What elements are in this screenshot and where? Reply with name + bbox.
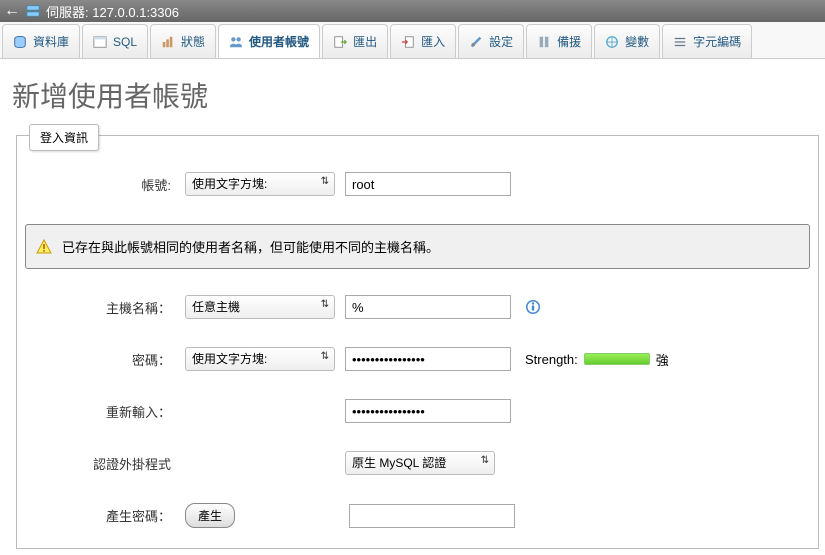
warning-icon <box>36 239 52 255</box>
gen-label: 產生密碼： <box>25 506 185 525</box>
tab-users[interactable]: 使用者帳號 <box>218 24 320 58</box>
tab-variables[interactable]: 變數 <box>594 24 660 58</box>
generated-password-input[interactable] <box>349 504 515 528</box>
strength-bar <box>584 353 650 365</box>
retype-input[interactable] <box>345 399 511 423</box>
page-title: 新增使用者帳號 <box>12 75 825 115</box>
auth-select[interactable]: 原生 MySQL 認證 <box>345 451 495 475</box>
strength-indicator: Strength: 強 <box>525 350 669 369</box>
users-icon <box>229 35 243 49</box>
settings-icon <box>469 35 483 49</box>
retype-row: 重新輸入： <box>25 399 810 423</box>
info-icon[interactable] <box>525 299 541 315</box>
topbar: ← 伺服器: 127.0.0.1:3306 <box>0 0 825 22</box>
tab-replication[interactable]: 備援 <box>526 24 592 58</box>
back-arrow-icon[interactable]: ← <box>4 2 20 20</box>
strength-label: Strength: <box>525 352 578 367</box>
warning-text: 已存在與此帳號相同的使用者名稱，但可能使用不同的主機名稱。 <box>62 237 439 256</box>
auth-label: 認證外掛程式 <box>25 454 185 473</box>
tab-database[interactable]: 資料庫 <box>2 24 80 58</box>
strength-text: 強 <box>656 350 669 369</box>
tab-settings[interactable]: 設定 <box>458 24 524 58</box>
generate-button[interactable]: 產生 <box>185 503 235 528</box>
tab-sql[interactable]: SQL <box>82 24 148 58</box>
tab-label: 使用者帳號 <box>249 33 309 50</box>
password-label: 密碼： <box>25 350 185 369</box>
password-row: 密碼： 使用文字方塊: Strength: 強 <box>25 347 810 371</box>
tab-label: 狀態 <box>181 33 205 50</box>
tab-charset[interactable]: 字元編碼 <box>662 24 752 58</box>
sql-icon <box>93 35 107 49</box>
variables-icon <box>605 35 619 49</box>
username-label: 帳號: <box>25 175 185 194</box>
tab-label: 設定 <box>489 33 513 50</box>
tab-label: SQL <box>113 35 137 49</box>
import-icon <box>401 35 415 49</box>
password-input[interactable] <box>345 347 511 371</box>
tab-label: 字元編碼 <box>693 33 741 50</box>
host-mode-select[interactable]: 任意主機 <box>185 295 335 319</box>
server-icon <box>26 4 40 18</box>
auth-row: 認證外掛程式 原生 MySQL 認證 <box>25 451 810 475</box>
database-icon <box>13 35 27 49</box>
server-label: 伺服器: 127.0.0.1:3306 <box>46 2 179 21</box>
username-mode-select[interactable]: 使用文字方塊: <box>185 172 335 196</box>
login-fieldset: 登入資訊 帳號: 使用文字方塊: 已存在與此帳號相同的使用者名稱，但可能使用不同… <box>16 135 819 549</box>
charset-icon <box>673 35 687 49</box>
gen-row: 產生密碼： 產生 <box>25 503 810 528</box>
status-icon <box>161 35 175 49</box>
tab-export[interactable]: 匯出 <box>322 24 388 58</box>
host-input[interactable] <box>345 295 511 319</box>
tab-import[interactable]: 匯入 <box>390 24 456 58</box>
tab-label: 變數 <box>625 33 649 50</box>
warning-box: 已存在與此帳號相同的使用者名稱，但可能使用不同的主機名稱。 <box>25 224 810 269</box>
password-mode-select[interactable]: 使用文字方塊: <box>185 347 335 371</box>
tab-label: 匯出 <box>353 33 377 50</box>
username-row: 帳號: 使用文字方塊: <box>25 172 810 196</box>
tab-status[interactable]: 狀態 <box>150 24 216 58</box>
tabs-bar: 資料庫 SQL 狀態 使用者帳號 匯出 匯入 設定 備援 變數 字元編碼 <box>0 22 825 59</box>
export-icon <box>333 35 347 49</box>
retype-label: 重新輸入： <box>25 402 185 421</box>
tab-label: 備援 <box>557 33 581 50</box>
replication-icon <box>537 35 551 49</box>
host-label: 主機名稱： <box>25 298 185 317</box>
fieldset-legend: 登入資訊 <box>29 124 99 151</box>
username-input[interactable] <box>345 172 511 196</box>
tab-label: 匯入 <box>421 33 445 50</box>
host-row: 主機名稱： 任意主機 <box>25 295 810 319</box>
tab-label: 資料庫 <box>33 33 69 50</box>
